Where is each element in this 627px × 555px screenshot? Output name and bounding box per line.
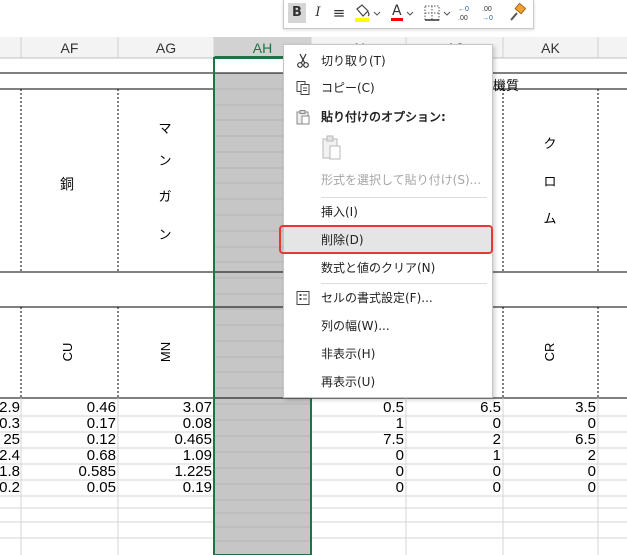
menu-separator	[321, 197, 487, 198]
italic-button[interactable]: I	[310, 3, 326, 23]
manganese-char-2: ン	[158, 154, 172, 169]
menu-item-hide[interactable]: 非表示(H)	[284, 341, 492, 367]
category-cell[interactable]: 機質	[493, 75, 519, 94]
svg-text:.00: .00	[458, 15, 468, 22]
cr-code-cell[interactable]: CR	[542, 342, 558, 362]
menu-label-unhide: 再表示(U)	[321, 375, 376, 389]
fill-bucket-icon	[355, 4, 381, 22]
column-header-af[interactable]: AF	[21, 38, 118, 58]
menu-label-column-width: 列の幅(W)...	[321, 319, 390, 333]
cell-ak[interactable]: 0	[516, 479, 596, 497]
menu-item-paste-special[interactable]: 形式を選択して貼り付け(S)...	[284, 167, 492, 193]
menu-item-column-width[interactable]: 列の幅(W)...	[284, 313, 492, 339]
menu-label-insert: 挿入(I)	[321, 205, 358, 219]
paste-button[interactable]	[320, 134, 344, 162]
format-painter-button[interactable]	[506, 2, 528, 23]
brush-icon	[510, 2, 527, 21]
increase-decimal-button[interactable]: ←0 .00	[456, 3, 478, 23]
svg-text:→0: →0	[482, 15, 493, 22]
paste-clipboard-icon	[322, 135, 341, 160]
clipboard-icon	[296, 110, 310, 125]
menu-item-cut[interactable]: 切り取り(T)	[284, 48, 492, 74]
menu-item-insert[interactable]: 挿入(I)	[284, 199, 492, 225]
column-header-ak[interactable]: AK	[503, 38, 598, 58]
svg-text:←0: ←0	[458, 6, 469, 13]
menu-item-paste-options: 貼り付けのオプション:	[284, 104, 492, 130]
menu-item-format-cells[interactable]: セルの書式設定(F)...	[284, 285, 492, 311]
menu-label-paste-special: 形式を選択して貼り付け(S)...	[321, 173, 482, 187]
column-header-ag[interactable]: AG	[118, 38, 214, 58]
chromium-char-3: ム	[543, 212, 557, 227]
chromium-char-2: ロ	[543, 175, 557, 190]
bold-button[interactable]: B	[288, 3, 306, 23]
menu-separator	[321, 283, 487, 284]
menu-label-paste-options: 貼り付けのオプション:	[321, 110, 446, 124]
format-cells-icon	[296, 291, 310, 305]
menu-item-clear-contents[interactable]: 数式と値のクリア(N)	[284, 255, 492, 281]
align-button[interactable]: ≡	[330, 3, 348, 23]
copy-icon	[296, 81, 310, 95]
manganese-char-4: ン	[158, 228, 172, 243]
context-menu: 切り取り(T) コピー(C) 貼り付けのオプション: 形式を選択して貼り付け(S…	[283, 44, 493, 398]
cell-ai[interactable]: 0	[324, 479, 404, 497]
cell-af[interactable]: 0.05	[36, 479, 116, 497]
menu-label-copy: コピー(C)	[321, 81, 375, 95]
cell-ag[interactable]: 0.19	[132, 479, 212, 497]
mini-toolbar: B I ≡ A ←0 .00 .00 →0	[283, 0, 534, 29]
borders-icon	[424, 5, 451, 21]
svg-text:.00: .00	[482, 6, 492, 13]
copper-name-cell[interactable]: 銅	[60, 174, 74, 194]
menu-label-cut: 切り取り(T)	[321, 54, 386, 68]
chromium-char-1: ク	[543, 137, 557, 152]
fill-color-button[interactable]	[352, 3, 382, 23]
chevron-down-icon	[406, 11, 414, 16]
cell-aj[interactable]: 0	[421, 479, 501, 497]
menu-item-unhide[interactable]: 再表示(U)	[284, 369, 492, 395]
menu-label-clear-contents: 数式と値のクリア(N)	[321, 261, 436, 275]
decrease-decimal-icon: .00 →0	[482, 6, 493, 22]
cu-code-cell[interactable]: CU	[60, 342, 76, 362]
menu-item-copy[interactable]: コピー(C)	[284, 75, 492, 101]
manganese-char-1: マ	[158, 122, 172, 137]
decrease-decimal-button[interactable]: .00 →0	[480, 3, 502, 23]
font-color-button[interactable]: A	[388, 3, 416, 23]
cell-prev-col[interactable]: 0.2	[0, 479, 20, 497]
mn-code-cell[interactable]: MN	[158, 341, 174, 363]
borders-button[interactable]	[422, 3, 452, 23]
delete-highlight-box	[279, 225, 493, 254]
manganese-char-3: ガ	[158, 190, 172, 205]
increase-decimal-icon: ←0 .00	[458, 6, 469, 22]
menu-label-hide: 非表示(H)	[321, 347, 376, 361]
scissors-icon	[297, 53, 309, 68]
menu-label-format-cells: セルの書式設定(F)...	[321, 291, 433, 305]
